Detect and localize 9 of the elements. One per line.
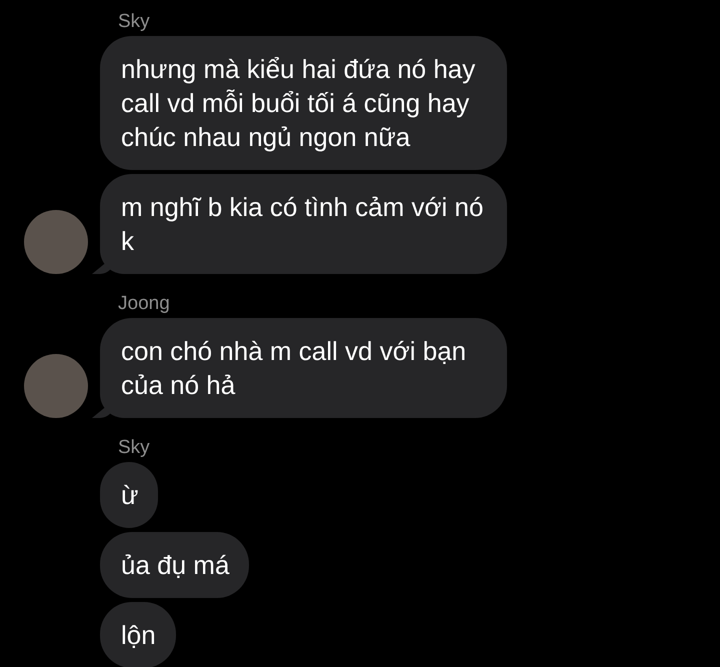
message-bubble: m nghĩ b kia có tình cảm với nó k: [100, 174, 507, 274]
message-bubble: lộn: [100, 602, 176, 667]
sender-name: Joong: [118, 292, 170, 316]
message-bubble: ừ: [100, 462, 158, 528]
message-bubble: ủa đụ má: [100, 532, 250, 598]
message-bubble: con chó nhà m call vd với bạn của nó hả: [100, 318, 507, 418]
message-bubble: nhưng mà kiểu hai đứa nó hay call vd mỗi buổi tối á cũng hay chúc nhau ngủ ngon nữa: [100, 36, 507, 170]
sender-name: Sky: [118, 10, 150, 34]
sender-name: Sky: [118, 436, 150, 460]
